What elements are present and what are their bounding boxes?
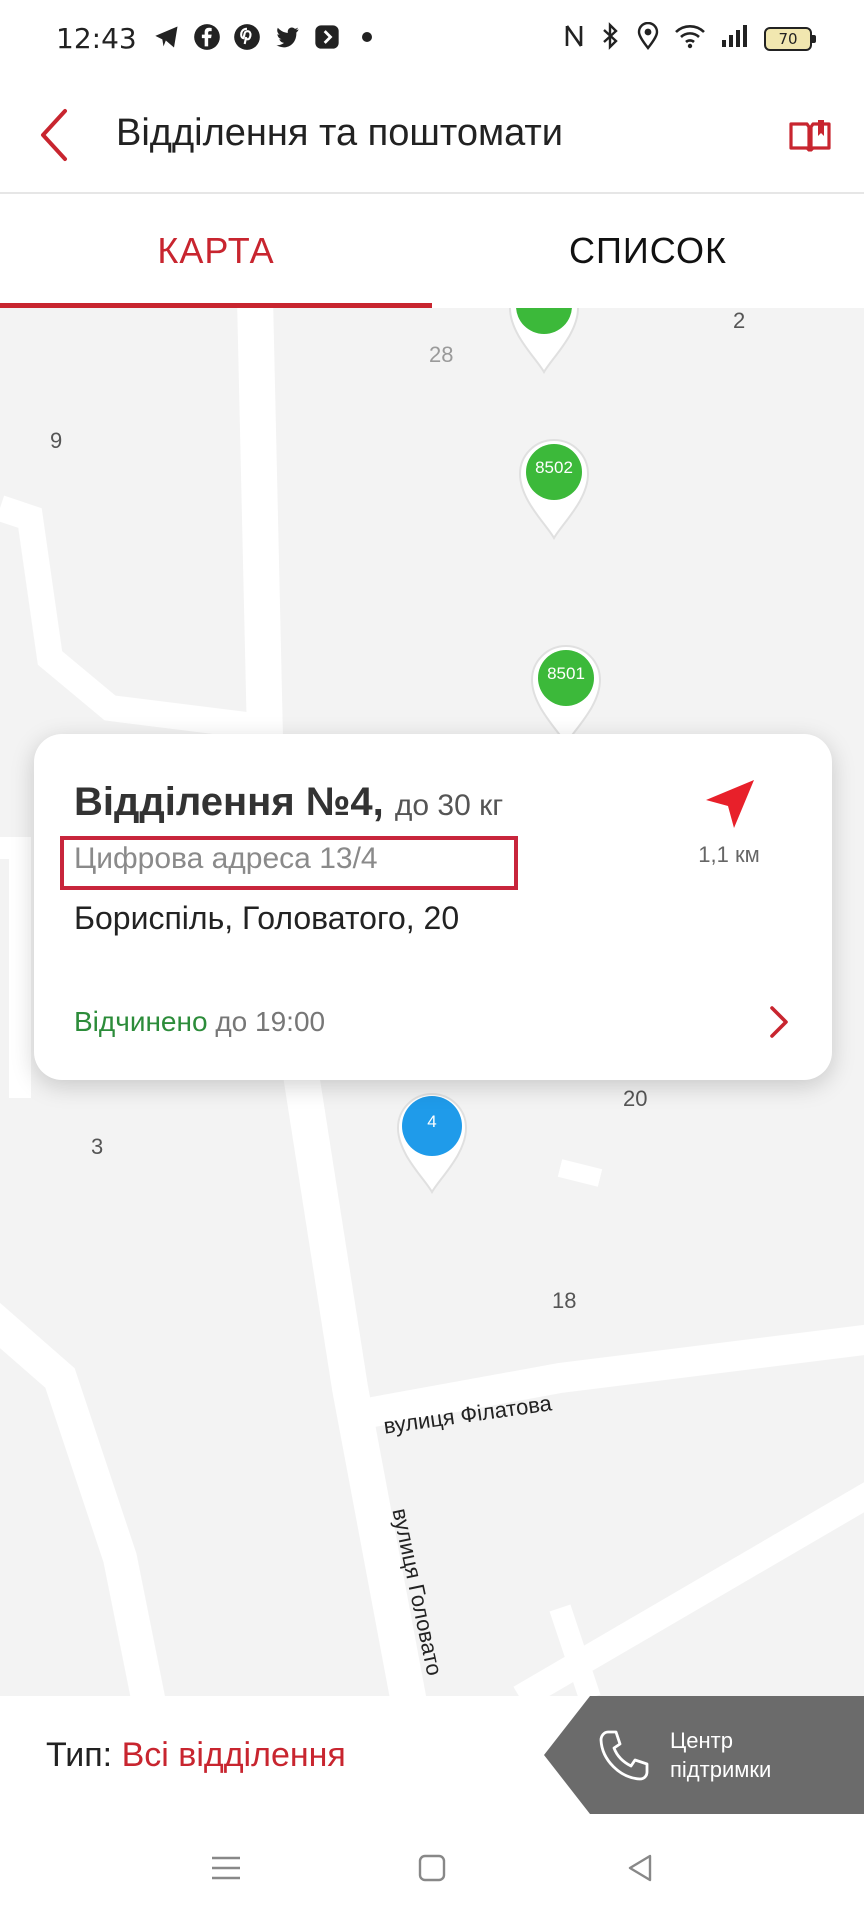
open-until: до 19:00 bbox=[215, 1006, 326, 1037]
page-title: Відділення та поштомати bbox=[116, 112, 564, 154]
bluetooth-icon bbox=[600, 22, 622, 55]
notification-icons bbox=[152, 22, 382, 52]
app-header: Відділення та поштомати bbox=[0, 78, 864, 194]
map-pin-8502[interactable]: 8502 bbox=[516, 434, 592, 540]
battery-indicator: 70 bbox=[764, 26, 816, 51]
facebook-icon bbox=[192, 22, 222, 52]
branch-weight-limit: до 30 кг bbox=[394, 789, 504, 822]
system-icons: 70 bbox=[562, 21, 816, 55]
twitter-icon bbox=[272, 22, 302, 52]
book-icon bbox=[789, 120, 831, 152]
app-icon bbox=[312, 22, 342, 52]
menu-nav-button[interactable] bbox=[202, 1844, 250, 1892]
bottom-bar: Тип: Всі відділення Центр підтримки bbox=[0, 1696, 864, 1814]
support-center-button[interactable]: Центр підтримки bbox=[544, 1696, 864, 1814]
map-house-number: 2 bbox=[733, 308, 746, 333]
map-pin-parcel-locker[interactable] bbox=[506, 308, 582, 374]
back-nav-button[interactable] bbox=[616, 1844, 664, 1892]
view-tabs: КАРТА СПИСОК bbox=[0, 194, 864, 308]
map-house-number: 3 bbox=[91, 1134, 104, 1159]
type-filter-value: Всі відділення bbox=[121, 1736, 346, 1774]
map-house-number: 18 bbox=[552, 1288, 577, 1313]
support-center-label: Центр підтримки bbox=[670, 1728, 772, 1782]
tab-list[interactable]: СПИСОК bbox=[432, 194, 864, 308]
open-status: Відчинено bbox=[74, 1006, 208, 1037]
home-square-icon bbox=[418, 1854, 446, 1882]
type-filter[interactable]: Тип: Всі відділення bbox=[46, 1736, 346, 1775]
distance-label: 1,1 км bbox=[698, 842, 760, 867]
wifi-icon bbox=[674, 23, 706, 54]
menu-icon bbox=[212, 1856, 240, 1880]
status-bar: 12:43 70 bbox=[0, 0, 864, 78]
telegram-icon bbox=[152, 22, 182, 52]
map-pin-8501[interactable]: 8501 bbox=[528, 640, 604, 746]
branch-address: Бориспіль, Головатого, 20 bbox=[74, 900, 460, 936]
system-nav-bar bbox=[0, 1814, 864, 1920]
signal-icon bbox=[720, 23, 750, 54]
branch-info-card[interactable]: Відділення №4, до 30 кг Цифрова адреса 1… bbox=[34, 734, 832, 1080]
location-icon bbox=[636, 21, 660, 55]
map-house-number: 9 bbox=[50, 428, 63, 453]
status-time: 12:43 bbox=[56, 22, 137, 55]
digital-address: Цифрова адреса 13/4 bbox=[74, 842, 378, 875]
navigation-arrow-icon bbox=[706, 780, 754, 828]
phone-icon bbox=[599, 1730, 649, 1781]
back-button[interactable] bbox=[20, 100, 90, 170]
branch-title: Відділення №4, до 30 кг bbox=[74, 780, 504, 824]
chevron-left-icon bbox=[41, 109, 67, 161]
home-nav-button[interactable] bbox=[408, 1844, 456, 1892]
dot-icon bbox=[352, 22, 382, 52]
map-house-number: 20 bbox=[623, 1086, 648, 1111]
navigate-button[interactable] bbox=[700, 774, 760, 834]
nfc-icon bbox=[562, 22, 586, 55]
pinterest-icon bbox=[232, 22, 262, 52]
chevron-right-icon bbox=[770, 1006, 788, 1038]
guide-button[interactable] bbox=[782, 108, 838, 164]
map-pin-branch-4[interactable]: 4 bbox=[394, 1088, 470, 1194]
back-triangle-icon bbox=[628, 1854, 652, 1882]
map-house-number: 28 bbox=[429, 342, 454, 367]
tab-map[interactable]: КАРТА bbox=[0, 194, 432, 308]
type-filter-label: Тип: bbox=[46, 1736, 113, 1774]
branch-hours: Відчинено до 19:00 bbox=[74, 1006, 325, 1038]
